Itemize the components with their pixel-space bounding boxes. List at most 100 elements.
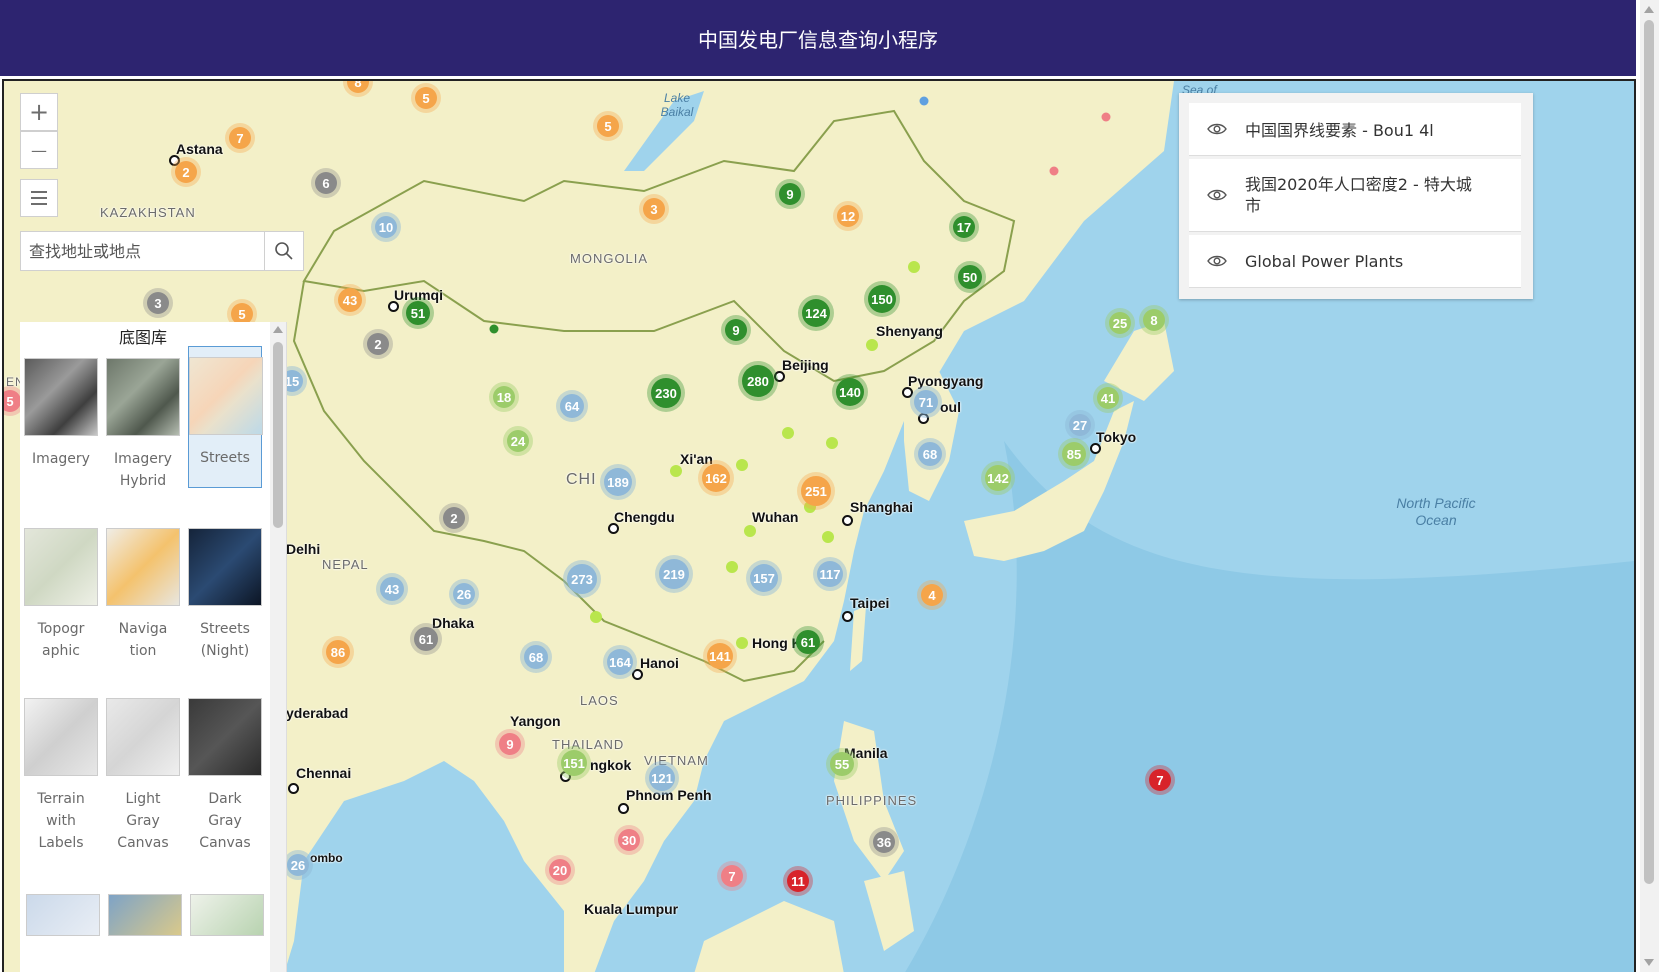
cluster-marker[interactable]: 5	[597, 115, 619, 137]
cluster-marker[interactable]: 151	[561, 750, 587, 776]
cluster-marker[interactable]: 2	[443, 507, 465, 529]
cluster-marker[interactable]: 43	[338, 288, 362, 312]
cluster-marker[interactable]: 26	[453, 583, 475, 605]
power-plant-point[interactable]	[744, 525, 756, 537]
cluster-marker[interactable]: 27	[1069, 414, 1091, 436]
cluster-marker[interactable]: 117	[817, 561, 843, 587]
cluster-marker[interactable]: 273	[567, 564, 597, 594]
cluster-marker[interactable]: 30	[618, 829, 640, 851]
cluster-marker[interactable]: 9	[779, 183, 801, 205]
cluster-marker[interactable]: 219	[659, 559, 689, 589]
cluster-marker[interactable]: 251	[801, 476, 831, 506]
cluster-marker[interactable]: 64	[560, 394, 584, 418]
cluster-marker[interactable]: 121	[649, 765, 675, 791]
cluster-marker[interactable]: 51	[406, 301, 430, 325]
basemap-imagery-hybrid[interactable]: Imagery Hybrid	[106, 356, 180, 492]
basemap-thumbnail[interactable]	[108, 894, 182, 936]
cluster-marker[interactable]: 25	[1109, 312, 1131, 334]
basemap-light-gray[interactable]: Light Gray Canvas	[106, 696, 180, 854]
cluster-marker[interactable]: 6	[315, 172, 337, 194]
scroll-up-icon[interactable]	[1644, 6, 1654, 13]
cluster-marker[interactable]: 2	[175, 161, 197, 183]
cluster-marker[interactable]: 36	[873, 831, 895, 853]
cluster-marker[interactable]: 230	[651, 378, 681, 408]
power-plant-point[interactable]	[1049, 166, 1059, 176]
cluster-marker[interactable]: 68	[918, 442, 942, 466]
search-button[interactable]	[264, 232, 303, 270]
cluster-marker[interactable]: 2	[367, 333, 389, 355]
zoom-out-button[interactable]: —	[20, 131, 58, 169]
visibility-toggle[interactable]	[1189, 254, 1245, 268]
cluster-marker[interactable]: 85	[1062, 442, 1086, 466]
page-scrollbar[interactable]	[1640, 0, 1659, 972]
basemap-streets-night[interactable]: Streets (Night)	[188, 526, 262, 662]
cluster-marker[interactable]: 17	[953, 216, 975, 238]
cluster-marker[interactable]: 55	[830, 752, 854, 776]
power-plant-point[interactable]	[822, 531, 834, 543]
cluster-marker[interactable]: 3	[643, 198, 665, 220]
power-plant-point[interactable]	[782, 427, 794, 439]
cluster-marker[interactable]: 164	[607, 649, 633, 675]
power-plant-point[interactable]	[866, 339, 878, 351]
cluster-marker[interactable]: 20	[549, 859, 571, 881]
cluster-marker[interactable]: 9	[725, 319, 747, 341]
cluster-marker[interactable]: 11	[787, 870, 809, 892]
cluster-marker[interactable]: 41	[1097, 387, 1119, 409]
basemap-topographic[interactable]: Topographic	[24, 526, 98, 662]
cluster-marker[interactable]: 142	[985, 465, 1011, 491]
power-plant-point[interactable]	[1101, 112, 1111, 122]
cluster-marker[interactable]: 50	[958, 265, 982, 289]
layer-item-population[interactable]: 我国2020年人口密度2 - 特大城市	[1189, 159, 1521, 232]
cluster-marker[interactable]: 140	[836, 378, 864, 406]
scroll-down-icon[interactable]	[1644, 959, 1654, 966]
power-plant-point[interactable]	[726, 561, 738, 573]
visibility-toggle[interactable]	[1189, 188, 1245, 202]
cluster-marker[interactable]: 12	[837, 205, 859, 227]
cluster-marker[interactable]: 26	[287, 854, 309, 876]
zoom-in-button[interactable]: +	[20, 93, 58, 131]
scroll-up-icon[interactable]	[273, 326, 283, 333]
cluster-marker[interactable]: 7	[229, 127, 251, 149]
basemap-thumbnail[interactable]	[190, 894, 264, 936]
cluster-marker[interactable]: 189	[604, 468, 632, 496]
cluster-marker[interactable]: 4	[921, 584, 943, 606]
power-plant-point[interactable]	[489, 324, 499, 334]
cluster-marker[interactable]: 150	[868, 285, 896, 313]
cluster-marker[interactable]: 3	[147, 292, 169, 314]
basemap-streets[interactable]: Streets	[188, 346, 263, 488]
basemap-terrain-labels[interactable]: Terrain with Labels	[24, 696, 98, 854]
power-plant-point[interactable]	[736, 637, 748, 649]
cluster-marker[interactable]: 7	[721, 865, 743, 887]
cluster-marker[interactable]: 18	[493, 386, 515, 408]
scroll-thumb[interactable]	[273, 342, 283, 528]
power-plant-point[interactable]	[908, 261, 920, 273]
basemap-thumbnail[interactable]	[26, 894, 100, 936]
power-plant-point[interactable]	[826, 437, 838, 449]
cluster-marker[interactable]: 43	[380, 577, 404, 601]
cluster-marker[interactable]: 61	[796, 630, 820, 654]
cluster-marker[interactable]: 86	[326, 640, 350, 664]
cluster-marker[interactable]: 157	[750, 564, 778, 592]
cluster-marker[interactable]: 68	[524, 645, 548, 669]
search-input[interactable]	[21, 232, 264, 270]
cluster-marker[interactable]: 61	[414, 627, 438, 651]
cluster-marker[interactable]: 8	[1143, 309, 1165, 331]
basemap-imagery[interactable]: Imagery	[24, 356, 98, 470]
cluster-marker[interactable]: 124	[802, 299, 830, 327]
cluster-marker[interactable]: 5	[415, 87, 437, 109]
power-plant-point[interactable]	[919, 96, 929, 106]
cluster-marker[interactable]: 162	[702, 464, 730, 492]
layer-item-boundary[interactable]: 中国国界线要素 - Bou1 4l	[1189, 103, 1521, 156]
basemap-dark-gray[interactable]: Dark Gray Canvas	[188, 696, 262, 854]
power-plant-point[interactable]	[736, 459, 748, 471]
cluster-marker[interactable]: 71	[914, 390, 938, 414]
cluster-marker[interactable]: 10	[375, 216, 397, 238]
visibility-toggle[interactable]	[1189, 122, 1245, 136]
basemap-gallery-toggle-button[interactable]	[20, 179, 58, 217]
cluster-marker[interactable]: 7	[1149, 769, 1171, 791]
cluster-marker[interactable]: 141	[707, 643, 733, 669]
scroll-thumb[interactable]	[1644, 20, 1654, 884]
power-plant-point[interactable]	[670, 465, 682, 477]
map-view[interactable]: Astana KAZAKHSTAN Lake Baikal MONGOLIA U…	[2, 79, 1636, 972]
layer-item-power-plants[interactable]: Global Power Plants	[1189, 235, 1521, 288]
